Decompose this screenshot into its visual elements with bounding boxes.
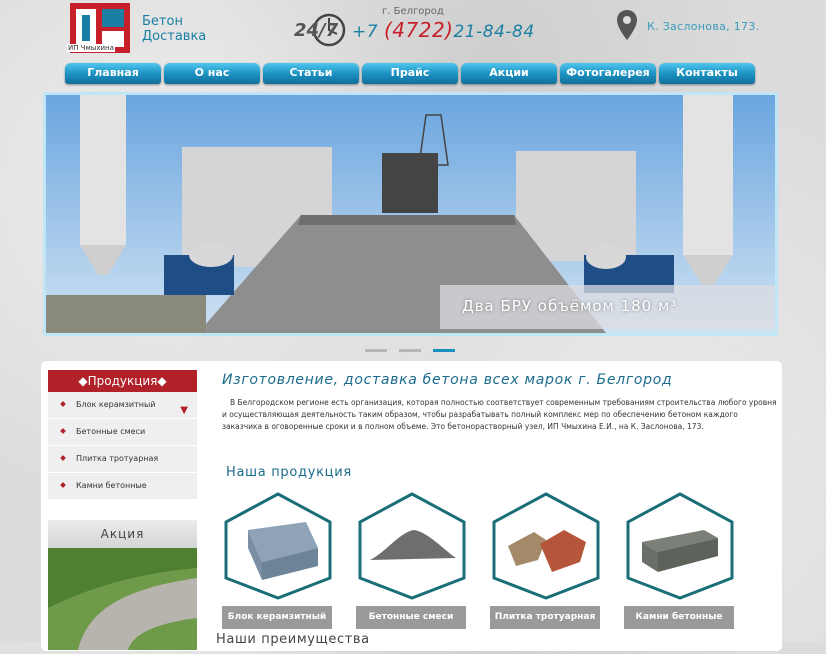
promo-block[interactable]: Акция xyxy=(48,520,197,650)
nav-gallery[interactable]: Фотогалерея xyxy=(560,63,656,84)
product-label[interactable]: Бетонные смеси xyxy=(356,606,466,629)
product-label[interactable]: Камни бетонные xyxy=(624,606,734,629)
logo-brand-2: Доставка xyxy=(142,29,207,44)
sidebar: ◆Продукция◆ Блок керамзитный ▼ Бетонные … xyxy=(48,370,197,500)
bullet-icon xyxy=(60,482,66,488)
sidebar-item-tiles[interactable]: Плитка тротуарная xyxy=(48,446,197,473)
phone-prefix: +7 xyxy=(352,22,379,42)
location-pin-icon xyxy=(617,10,637,42)
paving-tile-icon xyxy=(492,492,600,600)
product-card-concrete[interactable]: Бетонные смеси xyxy=(356,492,468,629)
product-label[interactable]: Блок керамзитный xyxy=(222,606,332,629)
bullet-icon xyxy=(60,401,66,407)
sidebar-item-label: Бетонные смеси xyxy=(76,427,146,436)
product-card-stones[interactable]: Камни бетонные xyxy=(624,492,736,629)
nav-about[interactable]: О нас xyxy=(164,63,260,84)
nav-articles[interactable]: Статьи xyxy=(263,63,359,84)
phone-code: (4722) xyxy=(383,18,454,42)
sidebar-item-block[interactable]: Блок керамзитный ▼ xyxy=(48,392,197,419)
main-nav: Главная О нас Статьи Прайс Акции Фотогал… xyxy=(65,63,755,85)
bullet-icon xyxy=(60,455,66,461)
page-title: Изготовление, доставка бетона всех марок… xyxy=(222,372,673,388)
sidebar-title: ◆Продукция◆ xyxy=(48,370,197,392)
nav-promotions[interactable]: Акции xyxy=(461,63,557,84)
intro-text: В Белгородском регионе есть организация,… xyxy=(222,398,777,431)
city-label: г. Белгород xyxy=(382,6,444,17)
curb-stone-icon xyxy=(626,492,734,600)
sidebar-item-label: Камни бетонные xyxy=(76,481,147,490)
advantages-title: Наши преимущества xyxy=(216,632,370,647)
logo-company: ИП Чмыхина xyxy=(67,44,115,52)
hours-badge-text: 24/7 xyxy=(294,20,339,41)
slider-caption: Два БРУ объёмом 180 м³ xyxy=(440,285,775,329)
nav-home[interactable]: Главная xyxy=(65,63,161,84)
slider-dot-2[interactable] xyxy=(399,349,421,352)
nav-contacts[interactable]: Контакты xyxy=(659,63,755,84)
block-icon xyxy=(224,492,332,600)
product-card-tiles[interactable]: Плитка тротуарная xyxy=(490,492,602,629)
bullet-icon xyxy=(60,428,66,434)
slider-dot-1[interactable] xyxy=(365,349,387,352)
sidebar-item-concrete[interactable]: Бетонные смеси xyxy=(48,419,197,446)
product-card-block[interactable]: Блок керамзитный xyxy=(222,492,334,629)
logo-brand: Бетон xyxy=(142,14,183,29)
products-title: Наша продукция xyxy=(226,465,352,480)
sidebar-item-stones[interactable]: Камни бетонные xyxy=(48,473,197,500)
address: К. Заслонова, 173. xyxy=(647,20,760,33)
phone-main: 21-84-84 xyxy=(453,22,535,42)
nav-price[interactable]: Прайс xyxy=(362,63,458,84)
sand-pile-icon xyxy=(358,492,466,600)
promo-title: Акция xyxy=(48,520,197,548)
slider-dot-3[interactable] xyxy=(433,349,455,352)
hero-slider[interactable]: Два БРУ объёмом 180 м³ xyxy=(43,92,778,336)
sidebar-item-label: Плитка тротуарная xyxy=(76,454,159,463)
sidebar-item-label: Блок керамзитный xyxy=(76,400,156,409)
phone-number[interactable]: +7 (4722)21-84-84 xyxy=(352,18,535,42)
promo-image xyxy=(48,548,197,650)
slider-caption-text: Два БРУ объёмом 180 м³ xyxy=(462,297,678,315)
product-label[interactable]: Плитка тротуарная xyxy=(490,606,600,629)
slider-dots xyxy=(365,349,455,352)
hours-badge: 24/7 xyxy=(292,12,350,48)
logo-text: Бетон Доставка xyxy=(142,14,206,44)
